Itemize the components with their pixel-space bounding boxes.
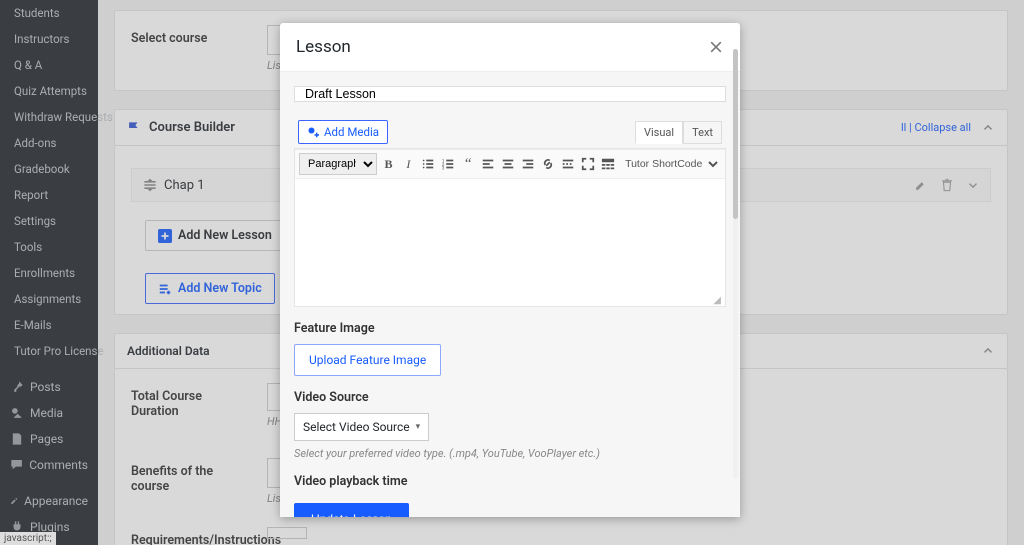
editor-content-area[interactable] bbox=[295, 179, 725, 294]
tab-text[interactable]: Text bbox=[683, 121, 722, 144]
lesson-modal: Lesson Add Media Visual Text Paragraph B bbox=[280, 23, 740, 517]
align-left-button[interactable] bbox=[480, 154, 497, 174]
editor-resize-handle[interactable]: ◢ bbox=[295, 294, 725, 306]
video-source-select[interactable]: Select Video Source▾ bbox=[294, 413, 429, 441]
toolbar-toggle-button[interactable] bbox=[599, 154, 616, 174]
italic-button[interactable]: I bbox=[400, 154, 417, 174]
paragraph-select[interactable]: Paragraph bbox=[299, 153, 377, 175]
readmore-button[interactable] bbox=[559, 154, 576, 174]
ul-button[interactable] bbox=[420, 154, 437, 174]
fullscreen-button[interactable] bbox=[579, 154, 596, 174]
feature-image-section: Feature Image Upload Feature Image bbox=[294, 321, 726, 376]
editor-wrapper: Add Media Visual Text Paragraph B I 123 … bbox=[294, 116, 726, 307]
feature-image-label: Feature Image bbox=[294, 321, 726, 336]
video-playback-label: Video playback time bbox=[294, 474, 726, 489]
modal-header: Lesson bbox=[280, 23, 740, 72]
video-source-section: Video Source Select Video Source▾ Select… bbox=[294, 390, 726, 460]
caret-down-icon: ▾ bbox=[416, 422, 421, 432]
ol-button[interactable]: 123 bbox=[440, 154, 457, 174]
video-source-hint: Select your preferred video type. (.mp4,… bbox=[294, 447, 726, 460]
modal-body: Add Media Visual Text Paragraph B I 123 … bbox=[280, 72, 740, 517]
lesson-title-input[interactable] bbox=[294, 86, 726, 102]
svg-text:3: 3 bbox=[442, 166, 445, 171]
update-lesson-button[interactable]: Update Lesson bbox=[294, 503, 409, 517]
quote-button[interactable]: “ bbox=[460, 154, 477, 174]
editor-tabs: Visual Text bbox=[635, 121, 722, 144]
link-button[interactable] bbox=[539, 154, 556, 174]
video-source-label: Video Source bbox=[294, 390, 726, 405]
editor-toolbar: Paragraph B I 123 “ Tutor ShortCode bbox=[295, 149, 725, 179]
shortcode-select[interactable]: Tutor ShortCode bbox=[619, 153, 721, 175]
media-plus-icon bbox=[307, 126, 319, 138]
tab-visual[interactable]: Visual bbox=[635, 121, 683, 144]
align-center-button[interactable] bbox=[500, 154, 517, 174]
align-right-button[interactable] bbox=[519, 154, 536, 174]
bold-button[interactable]: B bbox=[380, 154, 397, 174]
modal-title: Lesson bbox=[296, 37, 351, 57]
modal-scrollbar-thumb[interactable] bbox=[733, 49, 738, 219]
video-playback-section: Video playback time bbox=[294, 474, 726, 489]
browser-status-bar: javascript:; bbox=[0, 532, 56, 545]
close-icon[interactable] bbox=[708, 39, 724, 55]
add-media-button[interactable]: Add Media bbox=[298, 120, 388, 144]
upload-feature-image-button[interactable]: Upload Feature Image bbox=[294, 344, 441, 376]
